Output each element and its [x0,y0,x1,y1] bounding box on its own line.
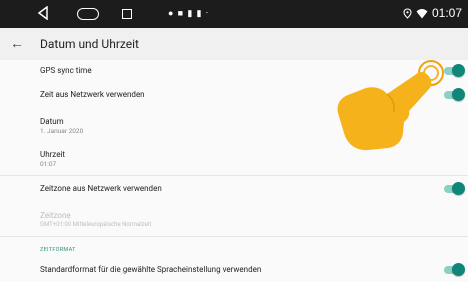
nav-home-icon[interactable] [77,8,99,20]
timezone-row: Zeitzone GMT+01:00 Mitteleuropäische Nor… [0,202,468,232]
network-time-toggle[interactable] [444,88,465,101]
pointing-hand-icon [337,71,432,151]
network-timezone-toggle[interactable] [444,182,465,195]
app-bar: ← Datum und Uhrzeit [0,28,468,61]
locale-format-row[interactable]: Standardformat für die gewählte Sprachei… [0,258,468,282]
status-time: 01:07 [431,6,462,20]
date-label: Datum [40,117,64,126]
timezone-label: Zeitzone [40,211,71,220]
timezone-value: GMT+01:00 Mitteleuropäische Normalzeit [40,221,152,228]
nav-back-icon[interactable] [37,6,49,20]
notification-more-icon: · [205,9,210,19]
locale-format-toggle[interactable] [444,263,465,276]
network-time-label: Zeit aus Netzwerk verwenden [40,90,145,99]
time-label: Uhrzeit [40,150,66,159]
gps-sync-label: GPS sync time [40,66,92,75]
section-header-time-format: ZEITFORMAT [40,247,76,253]
notification-lock-icon: ▮ [187,9,194,19]
back-arrow-icon[interactable]: ← [10,35,24,52]
divider [0,236,468,237]
nav-recent-apps-icon[interactable] [122,9,132,19]
date-value: 1. Januar 2020 [40,127,84,135]
location-icon [403,7,412,19]
gps-sync-toggle[interactable] [444,64,465,77]
notification-icons: ● ■ ▮ ▮ · [168,9,209,19]
network-timezone-row[interactable]: Zeitzone aus Netzwerk verwenden [0,176,468,202]
status-bar: ● ■ ▮ ▮ · 01:07 [0,0,468,28]
time-value: 01:07 [40,160,57,168]
notification-app-icon: ■ [177,9,185,19]
notification-dot-icon: ● [168,9,175,19]
status-right: 01:07 [403,6,462,20]
network-timezone-label: Zeitzone aus Netzwerk verwenden [40,184,162,193]
notification-sd-icon: ▮ [196,9,203,19]
wifi-icon [416,8,428,18]
locale-format-label: Standardformat für die gewählte Sprachei… [40,265,262,274]
page-title: Datum und Uhrzeit [40,37,139,51]
